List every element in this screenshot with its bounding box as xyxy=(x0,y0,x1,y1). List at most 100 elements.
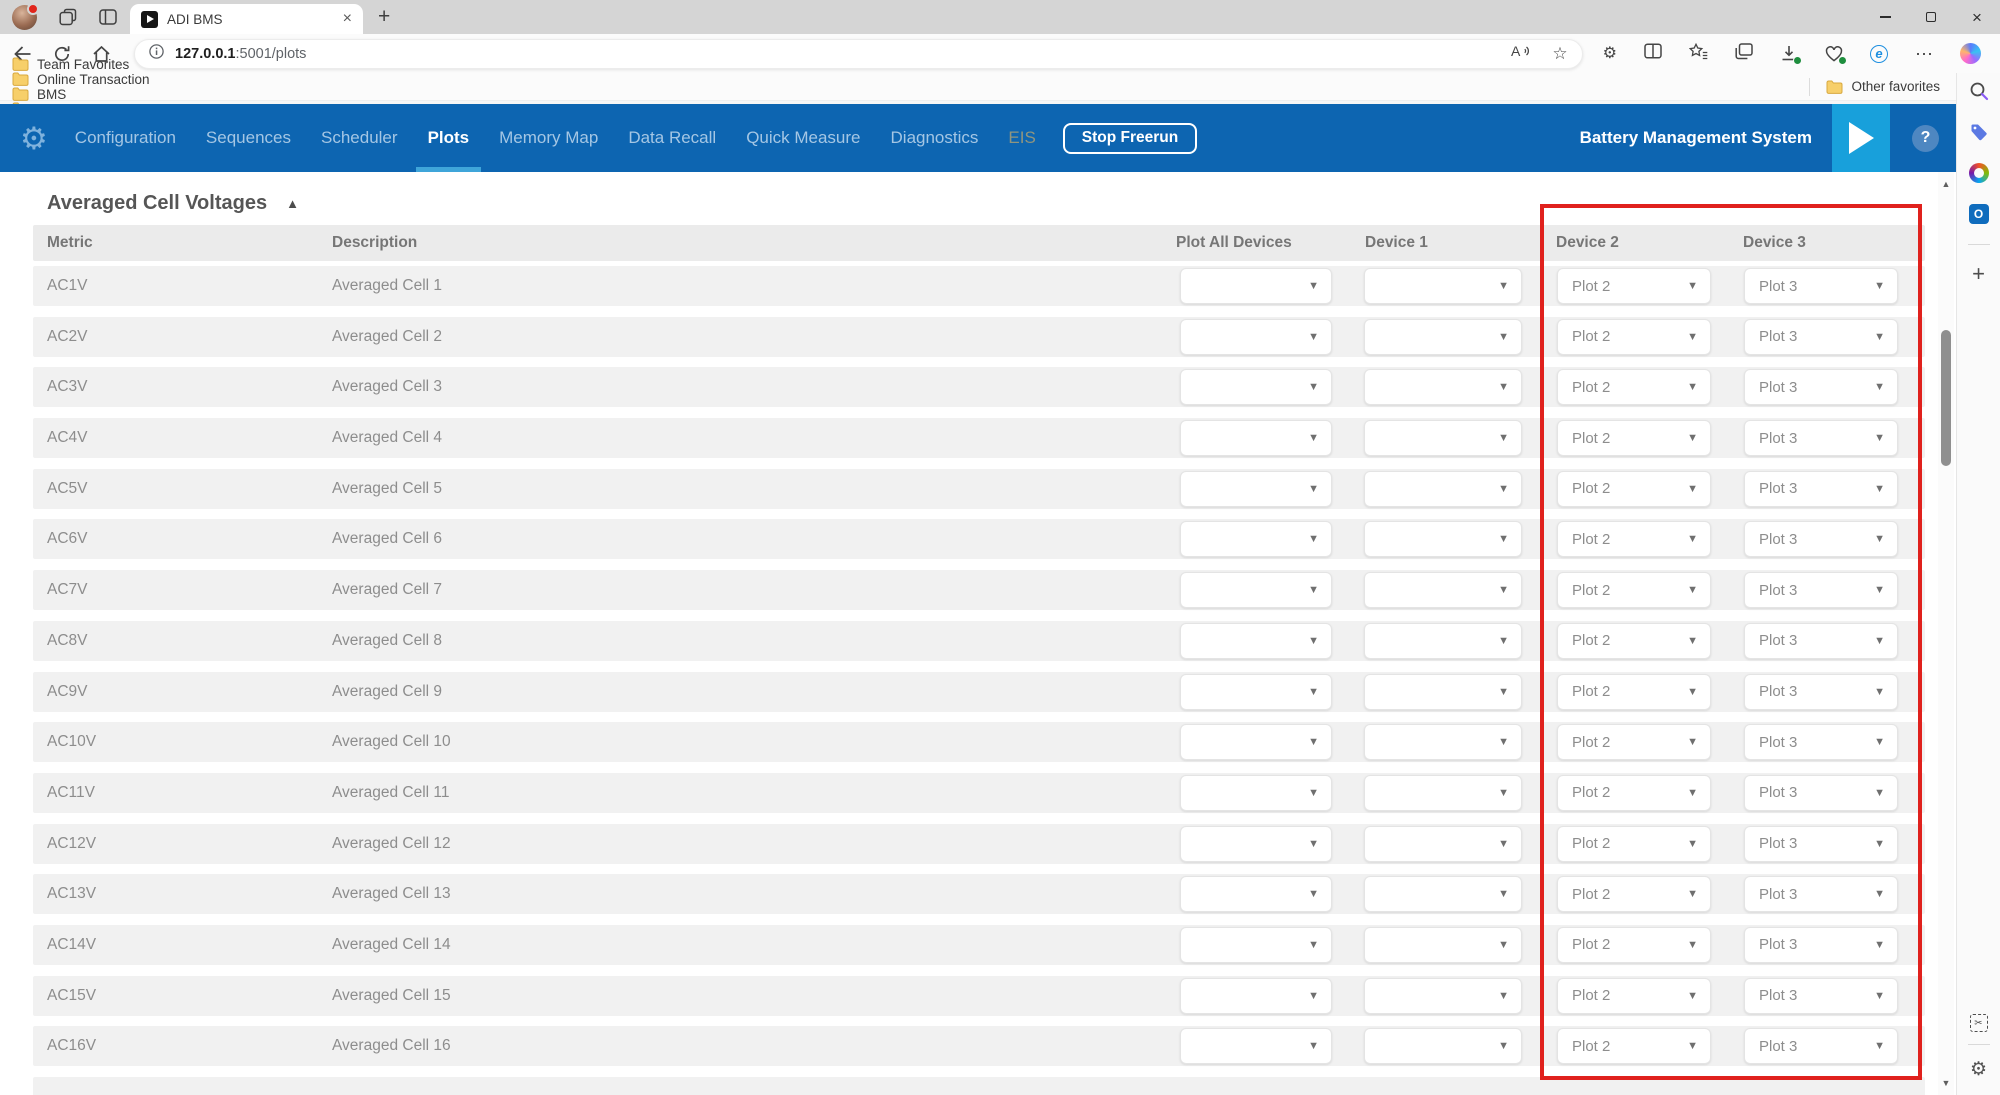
device-1-dropdown[interactable]: ▼ xyxy=(1364,471,1522,507)
device-2-dropdown[interactable]: Plot 2▼ xyxy=(1557,775,1711,811)
device-1-dropdown[interactable]: ▼ xyxy=(1364,268,1522,304)
profile-avatar[interactable] xyxy=(12,5,37,30)
plot-all-devices-dropdown[interactable]: ▼ xyxy=(1180,724,1332,760)
device-3-dropdown[interactable]: Plot 3▼ xyxy=(1744,623,1898,659)
device-2-dropdown[interactable]: Plot 2▼ xyxy=(1557,724,1711,760)
more-options-icon[interactable]: ⋯ xyxy=(1915,45,1933,63)
device-3-dropdown[interactable]: Plot 3▼ xyxy=(1744,876,1898,912)
close-button[interactable]: × xyxy=(1954,0,2000,34)
bookmark-folder[interactable]: Online Transaction xyxy=(12,72,150,87)
bookmark-folder[interactable]: Team Favorites xyxy=(12,57,150,72)
device-3-dropdown[interactable]: Plot 3▼ xyxy=(1744,724,1898,760)
sidebar-settings-icon[interactable]: ⚙ xyxy=(1967,1057,1991,1081)
device-2-dropdown[interactable]: Plot 2▼ xyxy=(1557,319,1711,355)
bookmark-folder[interactable]: BMS xyxy=(12,87,150,102)
device-3-dropdown[interactable]: Plot 3▼ xyxy=(1744,927,1898,963)
copilot-icon[interactable] xyxy=(1960,43,1981,64)
read-aloud-icon[interactable]: A xyxy=(1511,43,1532,64)
favorites-hub-icon[interactable] xyxy=(1689,43,1708,65)
plot-all-devices-dropdown[interactable]: ▼ xyxy=(1180,876,1332,912)
device-1-dropdown[interactable]: ▼ xyxy=(1364,674,1522,710)
plot-all-devices-dropdown[interactable]: ▼ xyxy=(1180,572,1332,608)
device-2-dropdown[interactable]: Plot 2▼ xyxy=(1557,572,1711,608)
device-1-dropdown[interactable]: ▼ xyxy=(1364,724,1522,760)
device-3-dropdown[interactable]: Plot 3▼ xyxy=(1744,369,1898,405)
device-3-dropdown[interactable]: Plot 3▼ xyxy=(1744,319,1898,355)
minimize-button[interactable] xyxy=(1862,0,1908,34)
downloads-icon[interactable] xyxy=(1780,45,1798,62)
plot-all-devices-dropdown[interactable]: ▼ xyxy=(1180,319,1332,355)
plot-all-devices-dropdown[interactable]: ▼ xyxy=(1180,978,1332,1014)
device-2-dropdown[interactable]: Plot 2▼ xyxy=(1557,674,1711,710)
plot-all-devices-dropdown[interactable]: ▼ xyxy=(1180,1028,1332,1064)
device-1-dropdown[interactable]: ▼ xyxy=(1364,369,1522,405)
sidebar-microsoft365-icon[interactable] xyxy=(1967,161,1991,185)
device-2-dropdown[interactable]: Plot 2▼ xyxy=(1557,369,1711,405)
tab-close-icon[interactable]: × xyxy=(343,11,352,27)
device-3-dropdown[interactable]: Plot 3▼ xyxy=(1744,978,1898,1014)
scrollbar-thumb[interactable] xyxy=(1941,330,1951,466)
settings-gear-icon[interactable]: ⚙ xyxy=(20,123,48,154)
plot-all-devices-dropdown[interactable]: ▼ xyxy=(1180,521,1332,557)
plot-all-devices-dropdown[interactable]: ▼ xyxy=(1180,826,1332,862)
plot-all-devices-dropdown[interactable]: ▼ xyxy=(1180,420,1332,456)
nav-item[interactable]: EIS xyxy=(1008,104,1035,172)
nav-item[interactable]: Quick Measure xyxy=(746,104,860,172)
help-icon[interactable]: ? xyxy=(1912,125,1939,152)
device-1-dropdown[interactable]: ▼ xyxy=(1364,420,1522,456)
plot-all-devices-dropdown[interactable]: ▼ xyxy=(1180,471,1332,507)
ie-mode-icon[interactable]: e xyxy=(1870,45,1888,63)
address-bar[interactable]: 127.0.0.1:5001/plots A ☆ xyxy=(134,39,1583,69)
device-2-dropdown[interactable]: Plot 2▼ xyxy=(1557,876,1711,912)
device-2-dropdown[interactable]: Plot 2▼ xyxy=(1557,826,1711,862)
device-2-dropdown[interactable]: Plot 2▼ xyxy=(1557,420,1711,456)
device-3-dropdown[interactable]: Plot 3▼ xyxy=(1744,471,1898,507)
device-2-dropdown[interactable]: Plot 2▼ xyxy=(1557,471,1711,507)
collections-icon[interactable] xyxy=(1735,43,1753,65)
device-3-dropdown[interactable]: Plot 3▼ xyxy=(1744,826,1898,862)
device-1-dropdown[interactable]: ▼ xyxy=(1364,521,1522,557)
nav-item[interactable]: Scheduler xyxy=(321,104,398,172)
tab-actions-icon[interactable] xyxy=(99,9,117,25)
nav-item[interactable]: Configuration xyxy=(75,104,176,172)
page-scrollbar[interactable]: ▲ ▼ xyxy=(1938,172,1954,1095)
plot-all-devices-dropdown[interactable]: ▼ xyxy=(1180,369,1332,405)
device-1-dropdown[interactable]: ▼ xyxy=(1364,927,1522,963)
device-1-dropdown[interactable]: ▼ xyxy=(1364,623,1522,659)
other-favorites[interactable]: Other favorites xyxy=(1809,78,1956,96)
nav-item[interactable]: Memory Map xyxy=(499,104,598,172)
plot-all-devices-dropdown[interactable]: ▼ xyxy=(1180,268,1332,304)
device-1-dropdown[interactable]: ▼ xyxy=(1364,572,1522,608)
new-tab-button[interactable]: + xyxy=(378,5,390,29)
device-2-dropdown[interactable]: Plot 2▼ xyxy=(1557,623,1711,659)
device-3-dropdown[interactable]: Plot 3▼ xyxy=(1744,572,1898,608)
nav-item[interactable]: Sequences xyxy=(206,104,291,172)
browser-tab[interactable]: ADI BMS × xyxy=(130,4,363,34)
device-1-dropdown[interactable]: ▼ xyxy=(1364,1028,1522,1064)
nav-item[interactable]: Data Recall xyxy=(628,104,716,172)
device-1-dropdown[interactable]: ▼ xyxy=(1364,826,1522,862)
device-3-dropdown[interactable]: Plot 3▼ xyxy=(1744,1028,1898,1064)
device-2-dropdown[interactable]: Plot 2▼ xyxy=(1557,1028,1711,1064)
plot-all-devices-dropdown[interactable]: ▼ xyxy=(1180,623,1332,659)
device-2-dropdown[interactable]: Plot 2▼ xyxy=(1557,268,1711,304)
plot-all-devices-dropdown[interactable]: ▼ xyxy=(1180,775,1332,811)
device-3-dropdown[interactable]: Plot 3▼ xyxy=(1744,268,1898,304)
nav-item[interactable]: Diagnostics xyxy=(891,104,979,172)
stop-freerun-button[interactable]: Stop Freerun xyxy=(1063,123,1197,154)
device-1-dropdown[interactable]: ▼ xyxy=(1364,319,1522,355)
screenshot-snip-icon[interactable]: ✂ xyxy=(1970,1014,1988,1032)
scroll-up-icon[interactable]: ▲ xyxy=(1938,176,1954,192)
sidebar-outlook-icon[interactable]: O xyxy=(1967,202,1991,226)
nav-item[interactable]: Plots xyxy=(428,104,470,172)
scroll-down-icon[interactable]: ▼ xyxy=(1938,1075,1954,1091)
sidebar-add-icon[interactable]: + xyxy=(1967,262,1991,286)
sidebar-shopping-icon[interactable] xyxy=(1967,120,1991,144)
wallet-icon[interactable] xyxy=(1825,46,1843,62)
collapse-section-icon[interactable]: ▲ xyxy=(286,197,299,210)
device-2-dropdown[interactable]: Plot 2▼ xyxy=(1557,978,1711,1014)
device-3-dropdown[interactable]: Plot 3▼ xyxy=(1744,775,1898,811)
device-3-dropdown[interactable]: Plot 3▼ xyxy=(1744,674,1898,710)
device-3-dropdown[interactable]: Plot 3▼ xyxy=(1744,521,1898,557)
add-favorite-star-icon[interactable]: ☆ xyxy=(1552,45,1567,62)
